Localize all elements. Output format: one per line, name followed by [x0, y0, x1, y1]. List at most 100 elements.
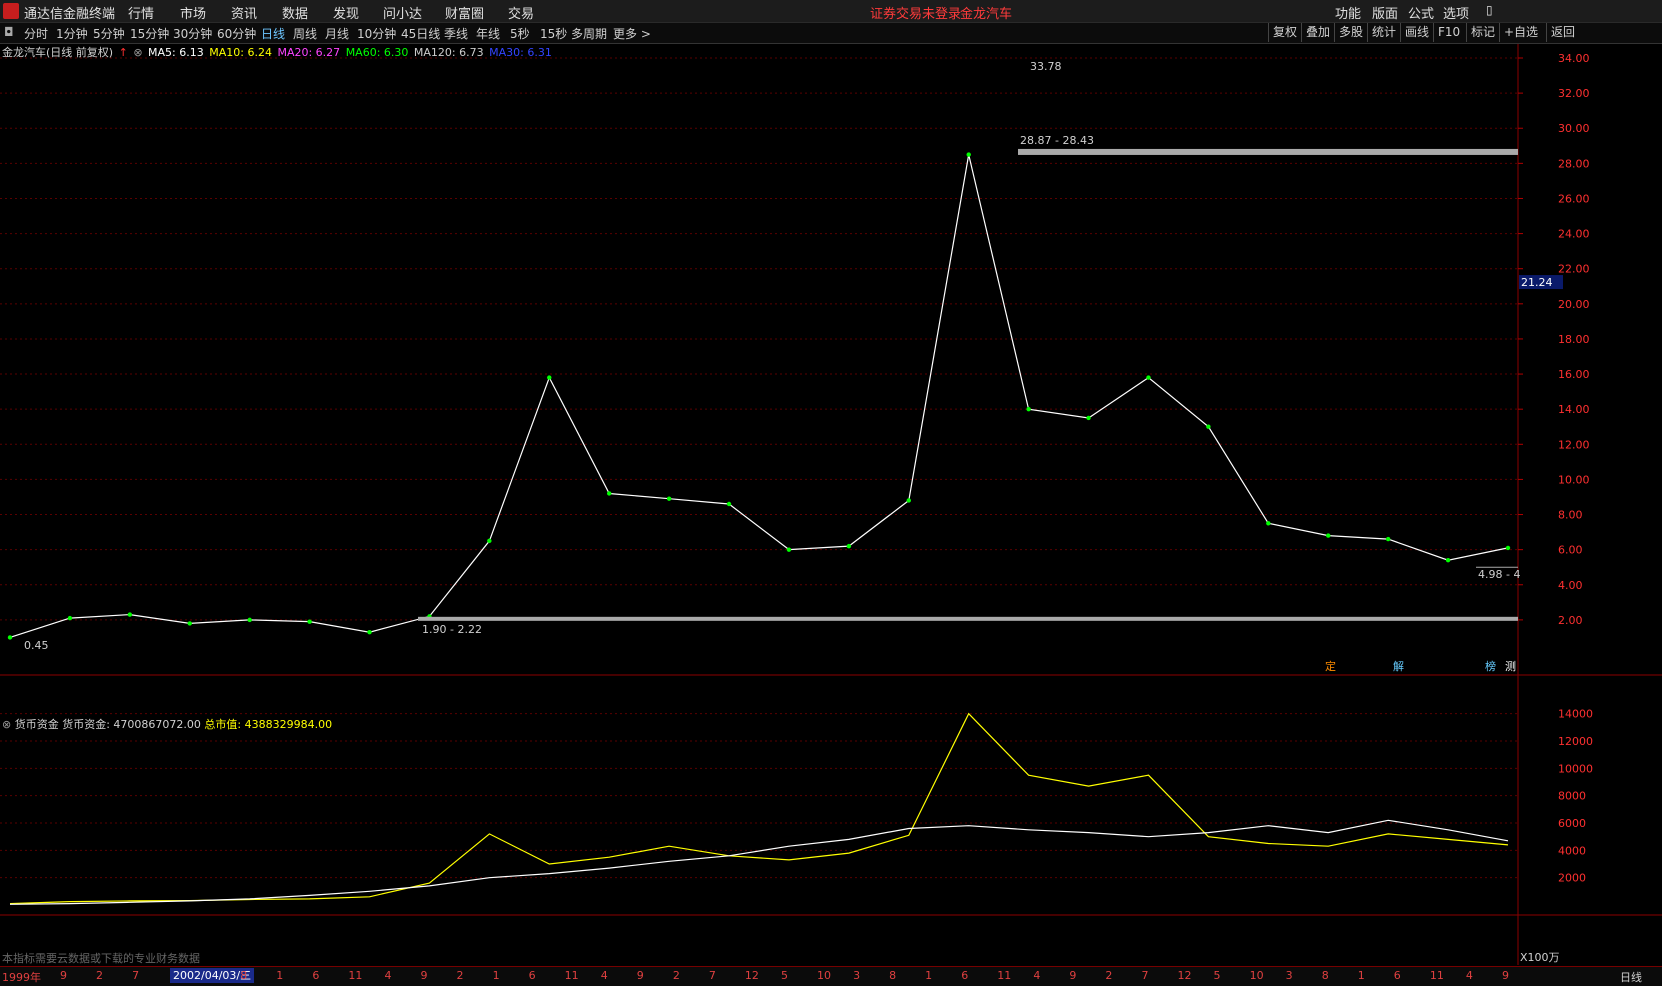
restore-rights-button[interactable]: 复权 — [1268, 23, 1301, 42]
period-tab[interactable]: 10分钟 — [357, 25, 396, 42]
app-logo-icon — [3, 3, 19, 19]
month-tick-label: 6 — [528, 969, 536, 982]
month-tick-label: 1 — [276, 969, 284, 982]
price-tick-label: 14.00 — [1558, 403, 1590, 416]
price-point — [7, 635, 13, 640]
settings-dot-icon[interactable]: ⊗ — [2, 718, 11, 731]
month-tick-label: 11 — [348, 969, 363, 982]
price-point — [846, 543, 852, 549]
minimize-icon[interactable]: ▯ — [1486, 3, 1493, 17]
menu-layout[interactable]: 版面 — [1372, 3, 1398, 22]
ma10-label: MA10: 6.24 — [209, 46, 272, 59]
period-tab[interactable]: 15秒 — [540, 25, 567, 42]
month-tick-label: 1 — [925, 969, 933, 982]
price-point — [547, 375, 552, 380]
price-tick-label: 32.00 — [1558, 87, 1590, 100]
login-notice[interactable]: 证券交易未登录 — [870, 3, 961, 22]
period-tab[interactable]: 30分钟 — [173, 25, 212, 42]
indicator-line-cash — [9, 819, 1509, 905]
price-tick-label: 34.00 — [1558, 52, 1590, 65]
panel-toggle-icon[interactable]: ◘ — [4, 25, 14, 39]
band1-label: 28.87 - 28.43 — [1020, 134, 1094, 147]
add-watchlist-button[interactable]: +自选 — [1499, 23, 1542, 42]
price-line-ma5 — [9, 154, 1509, 638]
indicator-tick-label: 14000 — [1558, 708, 1593, 721]
period-tab[interactable]: 5分钟 — [93, 25, 125, 42]
period-tab-active[interactable]: 日线 — [261, 25, 285, 42]
month-tick-label: 9 — [60, 969, 67, 982]
indicator-value: 货币资金: 4700867072.00 — [62, 718, 201, 731]
price-point — [607, 491, 612, 496]
price-point — [487, 538, 492, 544]
period-tab[interactable]: 分时 — [24, 25, 48, 42]
ma120-label: MA120: 6.73 — [413, 46, 484, 59]
period-tab[interactable]: 45日线 — [401, 25, 440, 42]
period-tab[interactable]: 1分钟 — [56, 25, 88, 42]
period-tab[interactable]: 季线 — [444, 25, 468, 42]
period-tab[interactable]: 年线 — [476, 25, 500, 42]
menu-formula[interactable]: 公式 — [1408, 3, 1434, 22]
menu-item-wealth[interactable]: 财富圈 — [445, 3, 484, 22]
price-point — [966, 152, 971, 157]
month-tick-label: 12 — [744, 969, 759, 982]
multi-stock-button[interactable]: 多股 — [1334, 23, 1367, 42]
month-tick-label: 1 — [492, 969, 500, 982]
indicator-unit-label: X100万 — [1520, 951, 1560, 964]
back-button[interactable]: 返回 — [1546, 23, 1579, 42]
menu-item-ask[interactable]: 问小达 — [383, 3, 422, 22]
menu-item-market[interactable]: 行情 — [128, 3, 154, 22]
period-tab[interactable]: 60分钟 — [217, 25, 256, 42]
menu-function[interactable]: 功能 — [1335, 3, 1361, 22]
menu-options[interactable]: 选项 — [1443, 3, 1469, 22]
price-point — [1445, 557, 1451, 563]
menu-item-data[interactable]: 数据 — [282, 3, 308, 22]
low-price-label: 0.45 — [24, 639, 49, 652]
month-tick-label: 2 — [672, 969, 680, 982]
date-axis-bar: 1999年 2002/04/03/三 9 2 7 8 1 6 11 4 9 2 1 6 11 4 9 2 7 12… — [0, 966, 1662, 986]
price-tick-label: 16.00 — [1558, 368, 1590, 381]
month-tick-label: 9 — [636, 969, 644, 982]
period-tab[interactable]: 多周期 — [571, 25, 607, 42]
settings-dot-icon[interactable]: ⊗ — [133, 46, 142, 59]
price-point — [1266, 521, 1271, 526]
more-periods-button[interactable]: 更多 > — [613, 25, 651, 42]
menu-item-market2[interactable]: 市场 — [180, 3, 206, 22]
ma5-label: MA5: 6.13 — [148, 46, 204, 59]
f10-button[interactable]: F10 — [1433, 23, 1464, 42]
price-point — [1086, 415, 1091, 421]
price-tick-label: 18.00 — [1558, 333, 1590, 346]
month-tick-label: 11 — [997, 969, 1012, 982]
price-point — [1026, 406, 1031, 412]
price-tick-label: 28.00 — [1558, 157, 1590, 170]
mark-button[interactable]: 标记 — [1466, 23, 1499, 42]
event-mark: 测 — [1505, 660, 1516, 673]
price-tick-label: 30.00 — [1558, 122, 1590, 135]
overlay-button[interactable]: 叠加 — [1301, 23, 1334, 42]
price-point — [1505, 545, 1511, 551]
period-tab[interactable]: 月线 — [325, 25, 349, 42]
stock-name-header: 金龙汽车 — [960, 7, 1013, 22]
month-tick-label: 2 — [96, 969, 104, 982]
period-tab[interactable]: 15分钟 — [130, 25, 169, 42]
up-arrow-icon: ↑ — [118, 46, 128, 59]
draw-button[interactable]: 画线 — [1400, 23, 1433, 42]
menu-item-news[interactable]: 资讯 — [231, 3, 257, 22]
first-year-label: 1999年 — [2, 971, 41, 984]
statistics-button[interactable]: 统计 — [1367, 23, 1400, 42]
price-tick-label: 20.00 — [1558, 298, 1590, 311]
price-tick-label: 24.00 — [1558, 228, 1590, 241]
month-tick-label: 9 — [1069, 969, 1077, 982]
indicator-tick-label: 10000 — [1558, 762, 1593, 775]
month-tick-label: 8 — [1321, 969, 1329, 982]
period-tab[interactable]: 5秒 — [510, 25, 530, 42]
high-price-label: 33.78 — [1030, 60, 1062, 73]
price-point — [187, 621, 192, 626]
menu-item-discover[interactable]: 发现 — [333, 3, 359, 22]
period-tab[interactable]: 周线 — [293, 25, 317, 42]
total-value: 总市值: 4388329984.00 — [204, 718, 333, 731]
menu-item-trade[interactable]: 交易 — [508, 3, 534, 22]
event-mark: 榜 — [1485, 659, 1496, 673]
price-tick-label: 22.00 — [1558, 263, 1590, 276]
month-tick-label: 8 — [240, 969, 248, 982]
month-tick-label: 4 — [1033, 969, 1041, 982]
